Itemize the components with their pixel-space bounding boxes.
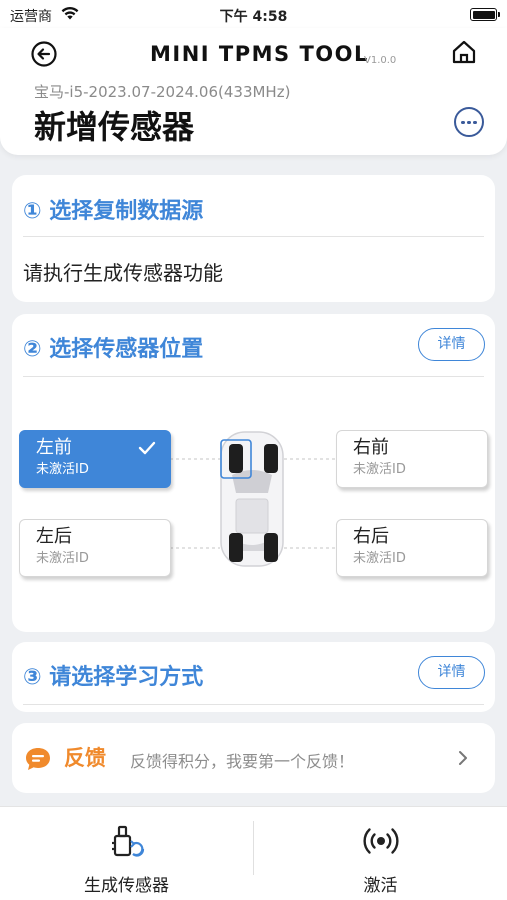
tire-state-label: 未激活ID	[353, 462, 406, 477]
tire-front-left[interactable]: 左前 未激活ID	[19, 430, 171, 488]
status-time: 下午 4:58	[219, 9, 288, 25]
feedback-banner[interactable]: 反馈 反馈得积分，我要第一个反馈！	[12, 723, 495, 793]
chevron-right-icon	[459, 751, 467, 765]
step3-detail-button[interactable]: 详情	[418, 656, 485, 689]
status-bar: 运营商 下午 4:58	[0, 0, 507, 28]
activate-signal-icon	[362, 828, 399, 854]
tire-state-label: 未激活ID	[353, 551, 406, 566]
tire-position-label: 左后	[36, 526, 72, 547]
tab-generate-sensor[interactable]: 生成传感器	[0, 807, 253, 900]
tire-rear-left[interactable]: 左后 未激活ID	[19, 519, 171, 577]
tire-rear-right[interactable]: 右后 未激活ID	[336, 519, 488, 577]
tab-activate[interactable]: 激活	[254, 807, 507, 900]
step2-title: ② 选择传感器位置	[23, 337, 204, 362]
feedback-title: 反馈	[64, 746, 106, 770]
step1-message: 请执行生成传感器功能	[23, 261, 223, 285]
step3-title: ③ 请选择学习方式	[23, 665, 204, 690]
home-icon[interactable]	[450, 38, 478, 66]
divider	[23, 236, 484, 237]
more-icon[interactable]	[454, 107, 484, 137]
feedback-icon	[26, 748, 50, 770]
check-icon	[138, 441, 156, 455]
app-version: V1.0.0	[364, 55, 397, 66]
feedback-text: 反馈得积分，我要第一个反馈！	[130, 752, 355, 771]
divider	[23, 376, 484, 377]
tire-position-label: 右前	[353, 437, 389, 458]
car-diagram	[170, 431, 336, 567]
tire-position-label: 右后	[353, 526, 389, 547]
tire-state-label: 未激活ID	[36, 462, 89, 477]
tab-generate-label: 生成传感器	[84, 876, 169, 896]
step2-card: ② 选择传感器位置 详情 左前 未激活ID 右前 未激活ID 左后 未激活ID	[12, 314, 495, 632]
vehicle-subtitle: 宝马-i5-2023.07-2024.06(433MHz)	[34, 83, 291, 101]
tire-front-right[interactable]: 右前 未激活ID	[336, 430, 488, 488]
step1-card: ① 选择复制数据源 请执行生成传感器功能	[12, 175, 495, 302]
app-title: MINI TPMS TOOL	[150, 42, 369, 66]
step3-card: ③ 请选择学习方式 详情	[12, 642, 495, 712]
step1-title: ① 选择复制数据源	[23, 199, 204, 224]
battery-icon	[470, 8, 500, 21]
page-title: 新增传感器	[34, 108, 195, 146]
tab-activate-label: 激活	[363, 876, 398, 896]
step2-detail-button[interactable]: 详情	[418, 328, 485, 361]
tire-state-label: 未激活ID	[36, 551, 89, 566]
header: MINI TPMS TOOL V1.0.0 宝马-i5-2023.07-2024…	[0, 28, 507, 155]
bottom-tab-bar: 生成传感器 激活	[0, 806, 507, 900]
generate-sensor-icon	[111, 825, 144, 857]
divider	[23, 704, 484, 705]
back-icon[interactable]	[30, 40, 58, 68]
